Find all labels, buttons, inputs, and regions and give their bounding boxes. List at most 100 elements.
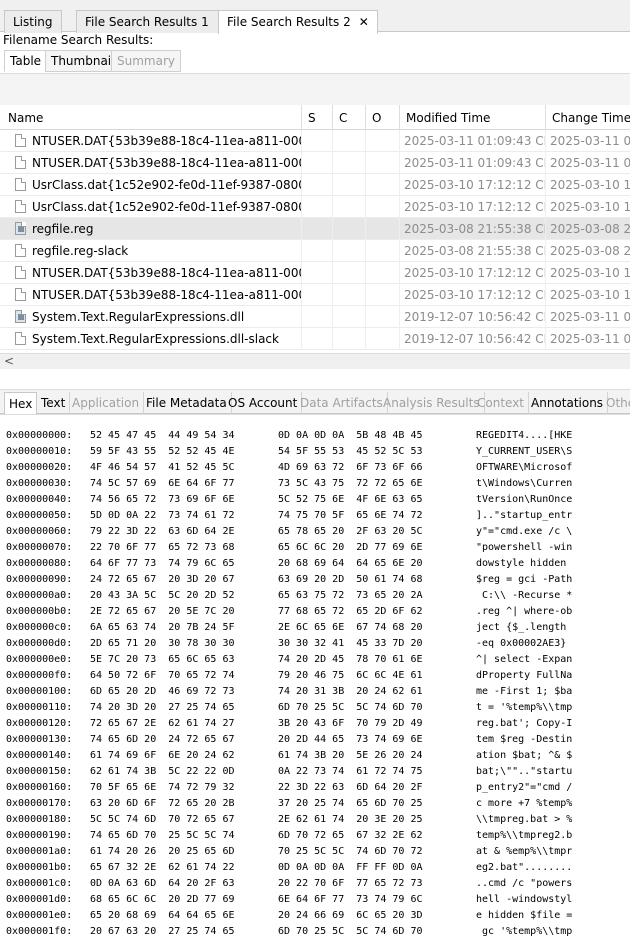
column-header-name[interactable]: Name xyxy=(0,105,302,130)
cell-name: regfile.reg xyxy=(28,218,302,240)
tab-context: Context xyxy=(473,392,530,414)
tab-file-search-results-1[interactable]: File Search Results 1✕ xyxy=(76,10,236,33)
hex-bytes-group-2: 22 3D 22 63 6D 64 20 2F xyxy=(278,782,423,793)
cell-name: NTUSER.DAT{53b39e88-18c4-11ea-a811-000d3… xyxy=(28,130,302,152)
hex-ascii: tem $reg -Destin xyxy=(476,734,573,745)
hex-line: 0x000001f0: 20 67 63 20 27 25 74 65 6D 70 … xyxy=(6,926,626,941)
column-header-o[interactable]: O xyxy=(366,105,400,130)
hex-bytes-group-1: 20 67 63 20 27 25 74 65 xyxy=(90,926,235,937)
hex-line: 0x00000040: 74 56 65 72 73 69 6F 6E 5C 52 … xyxy=(6,494,626,509)
table-row[interactable]: NTUSER.DAT{53b39e88-18c4-11ea-a811-000d3… xyxy=(0,284,630,306)
cell-name: regfile.reg-slack xyxy=(28,240,302,262)
hex-offset: 0x00000120: xyxy=(6,718,73,729)
cell-o xyxy=(366,174,400,196)
table-row[interactable]: System.Text.RegularExpressions.dll-slack… xyxy=(0,328,630,350)
table-toolbar xyxy=(0,73,630,105)
hex-bytes-group-1: 0D 0A 63 6D 64 20 2F 63 xyxy=(90,878,235,889)
hex-bytes-group-1: 74 20 3D 20 27 25 74 65 xyxy=(90,702,235,713)
table-row[interactable]: UsrClass.dat{1c52e902-fe0d-11ef-9387-080… xyxy=(0,174,630,196)
hex-ascii: t = '%temp%\\tmp xyxy=(476,702,573,713)
hex-offset: 0x00000110: xyxy=(6,702,73,713)
table-row[interactable]: NTUSER.DAT{53b39e88-18c4-11ea-a811-000d3… xyxy=(0,262,630,284)
cell-o xyxy=(366,284,400,306)
results-table: Name S C O Modified Time Change Time NTU… xyxy=(0,105,630,353)
cell-o xyxy=(366,306,400,328)
column-header-modified-time[interactable]: Modified Time xyxy=(400,105,546,130)
hex-bytes-group-2: 74 20 31 3B 20 24 62 61 xyxy=(278,686,423,697)
hex-offset: 0x000000b0: xyxy=(6,606,73,617)
cell-c xyxy=(333,196,366,218)
hex-ascii: t\Windows\Curren xyxy=(476,478,573,489)
hex-offset: 0x000001f0: xyxy=(6,926,73,937)
tab-os-account[interactable]: OS Account xyxy=(224,392,303,414)
hex-bytes-group-2: 65 78 65 20 2F 63 20 5C xyxy=(278,526,423,537)
tab-application: Application xyxy=(68,392,145,414)
hex-bytes-group-2: 70 25 5C 5C 74 6D 70 72 xyxy=(278,846,423,857)
tab-hex[interactable]: Hex xyxy=(4,392,38,414)
hex-offset: 0x000001e0: xyxy=(6,910,73,921)
hex-line: 0x000000b0: 2E 72 65 67 20 5E 7C 20 77 68 … xyxy=(6,606,626,621)
hex-bytes-group-2: 6D 70 25 5C 5C 74 6D 70 xyxy=(278,702,423,713)
hex-bytes-group-1: 24 72 65 67 20 3D 20 67 xyxy=(90,574,235,585)
hex-line: 0x00000000: 52 45 47 45 44 49 54 34 0D 0A … xyxy=(6,430,626,445)
hex-offset: 0x00000020: xyxy=(6,462,73,473)
cell-name: UsrClass.dat{1c52e902-fe0d-11ef-9387-080… xyxy=(28,174,302,196)
hex-line: 0x000001d0: 68 65 6C 6C 20 2D 77 69 6E 64 … xyxy=(6,894,626,909)
hex-bytes-group-1: 20 43 3A 5C 5C 20 2D 52 xyxy=(90,590,235,601)
close-icon[interactable]: ✕ xyxy=(359,15,369,29)
hex-bytes-group-1: 79 22 3D 22 63 6D 64 2E xyxy=(90,526,235,537)
table-row[interactable]: regfile.reg-slack 2025-03-08 21:55:38 CET… xyxy=(0,240,630,262)
column-header-c[interactable]: C xyxy=(333,105,366,130)
hex-offset: 0x000001b0: xyxy=(6,862,73,873)
hex-ascii: at & %emp%\\tmpr xyxy=(476,846,573,857)
hex-bytes-group-2: 20 22 70 6F 77 65 72 73 xyxy=(278,878,423,889)
table-row[interactable]: regfile.reg 2025-03-08 21:55:38 CET 2025-0… xyxy=(0,218,630,240)
top-toolbar-strip xyxy=(0,0,630,7)
tab-other: Othe xyxy=(606,396,630,410)
column-header-change-time[interactable]: Change Time xyxy=(546,105,630,130)
cell-modified-time: 2025-03-08 21:55:38 CET xyxy=(400,218,546,240)
column-header-s[interactable]: S xyxy=(302,105,333,130)
hex-line: 0x00000090: 24 72 65 67 20 3D 20 67 63 69 … xyxy=(6,574,626,589)
hex-bytes-group-1: 5E 7C 20 73 65 6C 65 63 xyxy=(90,654,235,665)
hex-line: 0x000001b0: 65 67 32 2E 62 61 74 22 0D 0A … xyxy=(6,862,626,877)
tab-text[interactable]: Text xyxy=(37,392,71,414)
table-row[interactable]: NTUSER.DAT{53b39e88-18c4-11ea-a811-000d3… xyxy=(0,152,630,174)
hex-bytes-group-1: 6A 65 63 74 20 7B 24 5F xyxy=(90,622,235,633)
cell-modified-time: 2025-03-10 17:12:12 CET xyxy=(400,284,546,306)
scroll-left-icon[interactable]: < xyxy=(4,354,14,368)
hex-bytes-group-1: 5C 5C 74 6D 70 72 65 67 xyxy=(90,814,235,825)
tab-thumbnail[interactable]: Thumbnail xyxy=(45,50,121,72)
hex-bytes-group-1: 65 67 32 2E 62 61 74 22 xyxy=(90,862,235,873)
tab-analysis-results: Analysis Results xyxy=(379,392,485,414)
tab-file-metadata[interactable]: File Metadata xyxy=(142,392,232,414)
file-icon xyxy=(15,288,26,301)
hex-bytes-group-1: 6D 65 20 2D 46 69 72 73 xyxy=(90,686,235,697)
cell-o xyxy=(366,152,400,174)
tab-file-search-results-2[interactable]: File Search Results 2 ✕ xyxy=(218,10,378,34)
table-row[interactable]: NTUSER.DAT{53b39e88-18c4-11ea-a811-000d3… xyxy=(0,130,630,152)
splitter[interactable] xyxy=(0,369,630,390)
cell-o xyxy=(366,218,400,240)
hex-viewer[interactable]: 0x00000000: 52 45 47 45 44 49 54 34 0D 0A … xyxy=(0,414,630,944)
hex-bytes-group-1: 74 5C 57 69 6E 64 6F 77 xyxy=(90,478,235,489)
cell-o xyxy=(366,240,400,262)
hex-bytes-group-2: 30 30 32 41 45 33 7D 20 xyxy=(278,638,423,649)
table-row[interactable]: System.Text.RegularExpressions.dll 2019-1… xyxy=(0,306,630,328)
hex-line: 0x00000030: 74 5C 57 69 6E 64 6F 77 73 5C … xyxy=(6,478,626,493)
tab-label: Listing xyxy=(13,15,53,29)
table-row[interactable]: UsrClass.dat{1c52e902-fe0d-11ef-9387-080… xyxy=(0,196,630,218)
hex-line: 0x000000e0: 5E 7C 20 73 65 6C 65 63 74 20 … xyxy=(6,654,626,669)
hex-bytes-group-1: 65 20 68 69 64 64 65 6E xyxy=(90,910,235,921)
tab-listing[interactable]: Listing xyxy=(4,10,62,33)
hex-ascii: -eq 0x00002AE3} xyxy=(476,638,573,649)
cell-change-time: 2025-03-10 17:12:12 CET xyxy=(546,284,630,306)
hex-bytes-group-1: 74 65 6D 70 25 5C 5C 74 xyxy=(90,830,235,841)
hex-bytes-group-1: 59 5F 43 55 52 52 45 4E xyxy=(90,446,235,457)
hex-offset: 0x00000060: xyxy=(6,526,73,537)
cell-o xyxy=(366,328,400,350)
hex-ascii: me -First 1; $ba xyxy=(476,686,573,697)
tab-table[interactable]: Table xyxy=(4,50,48,72)
horizontal-scrollbar[interactable]: < xyxy=(0,353,630,369)
tab-annotations[interactable]: Annotations xyxy=(527,392,609,414)
